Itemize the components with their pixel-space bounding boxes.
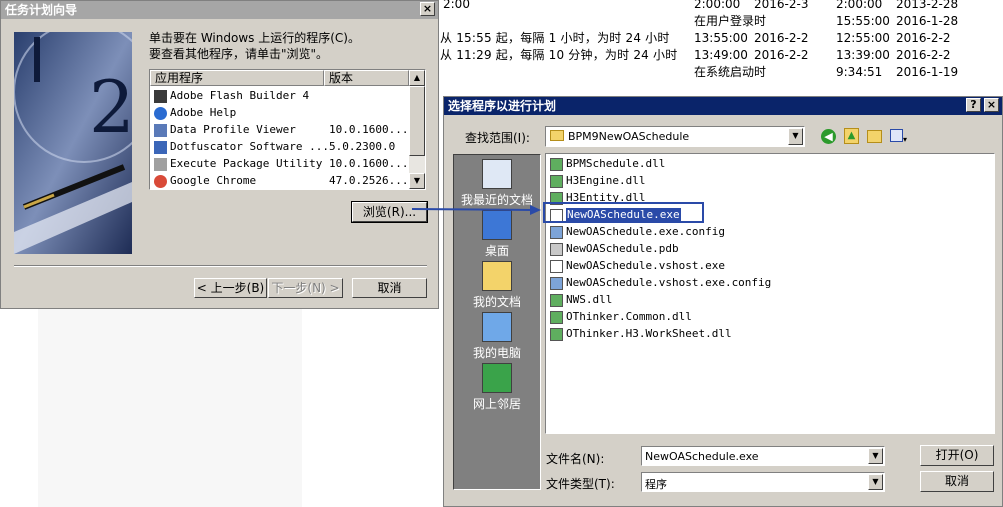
annotation-arrow <box>411 202 704 223</box>
